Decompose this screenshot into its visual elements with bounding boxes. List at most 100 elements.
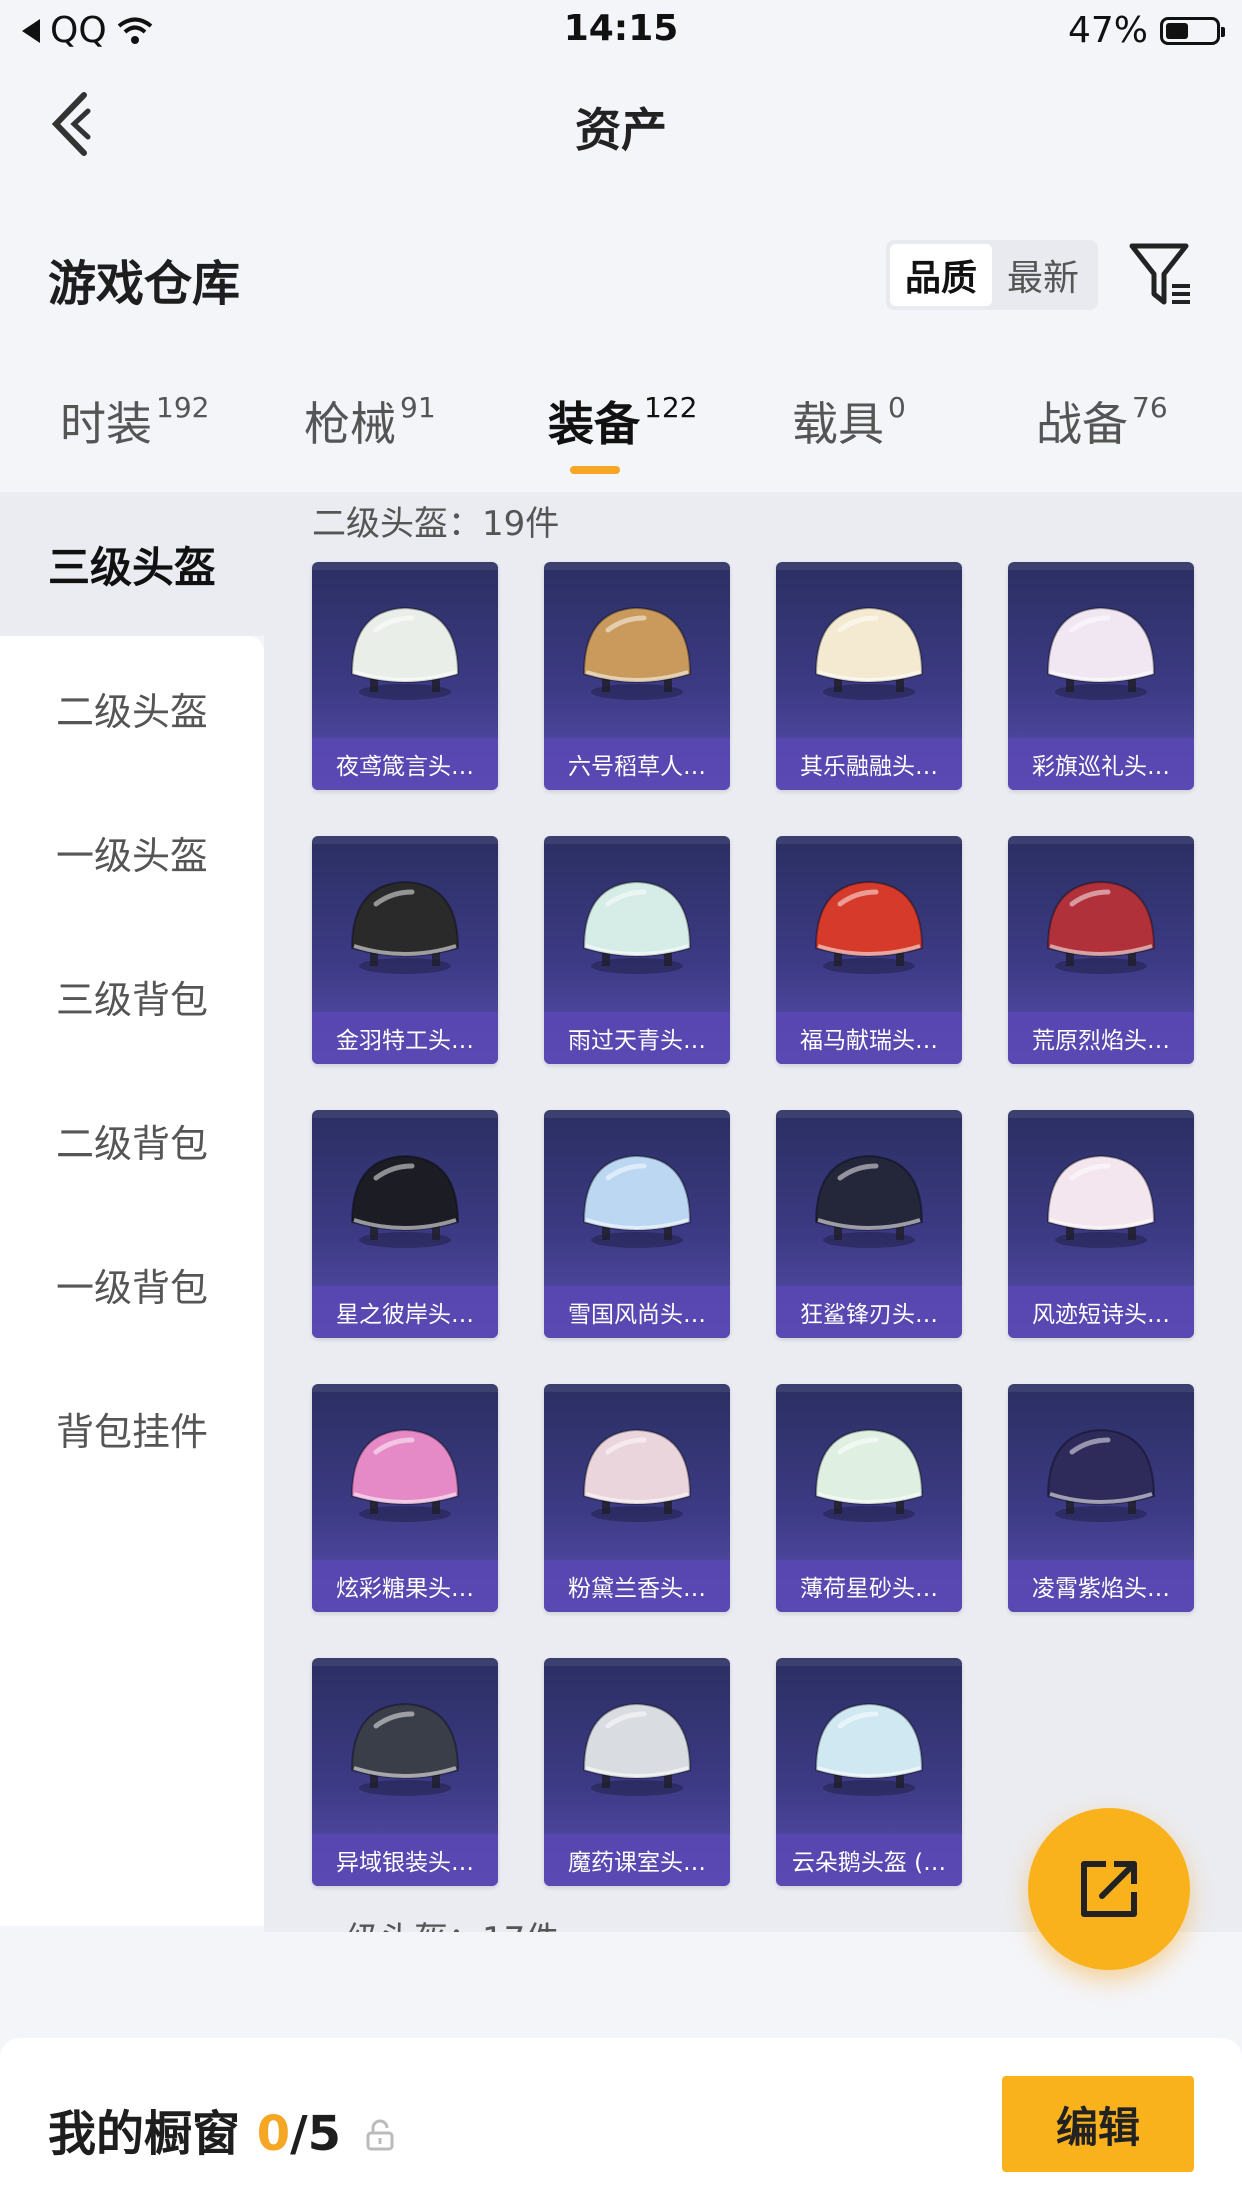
section-title: 游戏仓库 xyxy=(48,256,241,312)
item-card[interactable]: 六号稻草人… xyxy=(544,562,730,790)
item-name: 云朵鹅头盔 (… xyxy=(776,1834,962,1886)
item-card[interactable]: 魔药课室头… xyxy=(544,1658,730,1886)
sort-quality-button[interactable]: 品质 xyxy=(890,244,992,306)
item-card[interactable]: 金羽特工头… xyxy=(312,836,498,1064)
showcase-label: 我的橱窗 0/5 xyxy=(48,2094,341,2164)
helmet-icon xyxy=(350,1154,460,1248)
bottom-bar: 我的橱窗 0/5 编辑 xyxy=(0,2038,1242,2208)
item-card[interactable]: 薄荷星砂头… xyxy=(776,1384,962,1612)
sort-toggle: 品质 最新 xyxy=(886,240,1098,310)
item-card[interactable]: 风迹短诗头… xyxy=(1008,1110,1194,1338)
status-right: 47% xyxy=(1067,10,1225,51)
helmet-icon xyxy=(350,1428,460,1522)
helmet-icon xyxy=(582,1428,692,1522)
helmet-icon xyxy=(582,606,692,700)
item-name: 彩旗巡礼头… xyxy=(1008,738,1194,790)
sidebar-item-level3-backpack[interactable]: 三级背包 xyxy=(0,924,264,1068)
tab-label: 载具 xyxy=(792,397,884,451)
item-card[interactable]: 雨过天青头… xyxy=(544,836,730,1064)
sidebar-item-level3-helmet[interactable]: 三级头盔 xyxy=(0,492,264,636)
battery-icon xyxy=(1160,16,1225,45)
item-name: 薄荷星砂头… xyxy=(776,1560,962,1612)
tab-firearms[interactable]: 枪械 91 xyxy=(304,388,436,478)
helmet-icon xyxy=(814,1428,924,1522)
tab-fashion[interactable]: 时装 192 xyxy=(60,388,209,478)
showcase-count-current: 0 xyxy=(256,2106,291,2162)
helmet-icon xyxy=(350,1702,460,1796)
item-name: 星之彼岸头… xyxy=(312,1286,498,1338)
item-name: 粉黛兰香头… xyxy=(544,1560,730,1612)
nav-bar: 资产 xyxy=(0,64,1242,184)
item-name: 异域银装头… xyxy=(312,1834,498,1886)
warehouse-header: 游戏仓库 品质 最新 xyxy=(0,230,1242,320)
filter-button[interactable] xyxy=(1128,240,1194,310)
helmet-icon xyxy=(350,880,460,974)
item-card[interactable]: 云朵鹅头盔 (… xyxy=(776,1658,962,1886)
showcase-count-total: /5 xyxy=(290,2106,342,2162)
tab-count: 122 xyxy=(644,391,698,424)
filter-icon xyxy=(1129,243,1190,305)
share-button[interactable] xyxy=(1028,1808,1190,1970)
item-name: 荒原烈焰头… xyxy=(1008,1012,1194,1064)
page: QQ 14:15 47% 资产 游戏仓库 品质 最新 时装 192 枪械 91 … xyxy=(0,0,1242,2208)
clock: 14:15 xyxy=(563,8,679,49)
group-title: 二级头盔：19件 xyxy=(312,504,560,544)
tab-label: 枪械 xyxy=(304,397,396,451)
page-title: 资产 xyxy=(575,103,667,157)
item-name: 魔药课室头… xyxy=(544,1834,730,1886)
helmet-icon xyxy=(1046,1428,1156,1522)
helmet-icon xyxy=(582,880,692,974)
item-name: 雨过天青头… xyxy=(544,1012,730,1064)
helmet-icon xyxy=(350,606,460,700)
sidebar-item-level1-backpack[interactable]: 一级背包 xyxy=(0,1212,264,1356)
sort-newest-button[interactable]: 最新 xyxy=(992,244,1094,306)
sidebar-item-level2-backpack[interactable]: 二级背包 xyxy=(0,1068,264,1212)
tab-equipment[interactable]: 装备 122 xyxy=(548,388,697,478)
helmet-icon xyxy=(1046,606,1156,700)
item-name: 风迹短诗头… xyxy=(1008,1286,1194,1338)
tab-count: 76 xyxy=(1132,391,1168,424)
sidebar: 三级头盔 二级头盔 一级头盔 三级背包 二级背包 一级背包 背包挂件 xyxy=(0,492,264,1932)
next-group-title: 一级头盔：17件 xyxy=(312,1912,559,1932)
helmet-icon xyxy=(1046,880,1156,974)
tab-count: 91 xyxy=(400,391,436,424)
item-content: 二级头盔：19件 夜鸢箴言头… 六号稻草人… 其乐融融头… 彩旗巡礼头… 金羽特工头… 雨… xyxy=(264,492,1242,1932)
tab-label: 装备 xyxy=(548,397,640,451)
helmet-icon xyxy=(814,1702,924,1796)
category-tabs: 时装 192 枪械 91 装备 122 载具 0 战备 76 xyxy=(0,388,1242,488)
item-name: 福马献瑞头… xyxy=(776,1012,962,1064)
item-card[interactable]: 其乐融融头… xyxy=(776,562,962,790)
helmet-icon xyxy=(1046,1154,1156,1248)
tab-combat-gear[interactable]: 战备 76 xyxy=(1036,388,1168,478)
item-name: 狂鲨锋刃头… xyxy=(776,1286,962,1338)
item-card[interactable]: 福马献瑞头… xyxy=(776,836,962,1064)
showcase-count: 0/5 xyxy=(257,2106,341,2162)
tab-count: 0 xyxy=(888,391,906,424)
item-card[interactable]: 彩旗巡礼头… xyxy=(1008,562,1194,790)
item-card[interactable]: 星之彼岸头… xyxy=(312,1110,498,1338)
item-card[interactable]: 粉黛兰香头… xyxy=(544,1384,730,1612)
tab-label: 战备 xyxy=(1036,397,1128,451)
edit-button[interactable]: 编辑 xyxy=(1002,2076,1194,2172)
item-card[interactable]: 狂鲨锋刃头… xyxy=(776,1110,962,1338)
tab-vehicles[interactable]: 载具 0 xyxy=(792,388,906,478)
item-name: 夜鸢箴言头… xyxy=(312,738,498,790)
item-card[interactable]: 异域银装头… xyxy=(312,1658,498,1886)
item-card[interactable]: 荒原烈焰头… xyxy=(1008,836,1194,1064)
item-name: 金羽特工头… xyxy=(312,1012,498,1064)
sidebar-item-backpack-charm[interactable]: 背包挂件 xyxy=(0,1356,264,1500)
item-card[interactable]: 炫彩糖果头… xyxy=(312,1384,498,1612)
item-name: 雪国风尚头… xyxy=(544,1286,730,1338)
battery-percent: 47% xyxy=(1067,10,1148,51)
showcase-title: 我的橱窗 xyxy=(48,2106,241,2162)
helmet-icon xyxy=(582,1154,692,1248)
item-name: 其乐融融头… xyxy=(776,738,962,790)
lock-icon xyxy=(366,2119,394,2151)
item-card[interactable]: 雪国风尚头… xyxy=(544,1110,730,1338)
sidebar-item-level2-helmet[interactable]: 二级头盔 xyxy=(0,636,264,780)
helmet-icon xyxy=(814,1154,924,1248)
helmet-icon xyxy=(582,1702,692,1796)
item-card[interactable]: 夜鸢箴言头… xyxy=(312,562,498,790)
sidebar-item-level1-helmet[interactable]: 一级头盔 xyxy=(0,780,264,924)
item-card[interactable]: 凌霄紫焰头… xyxy=(1008,1384,1194,1612)
